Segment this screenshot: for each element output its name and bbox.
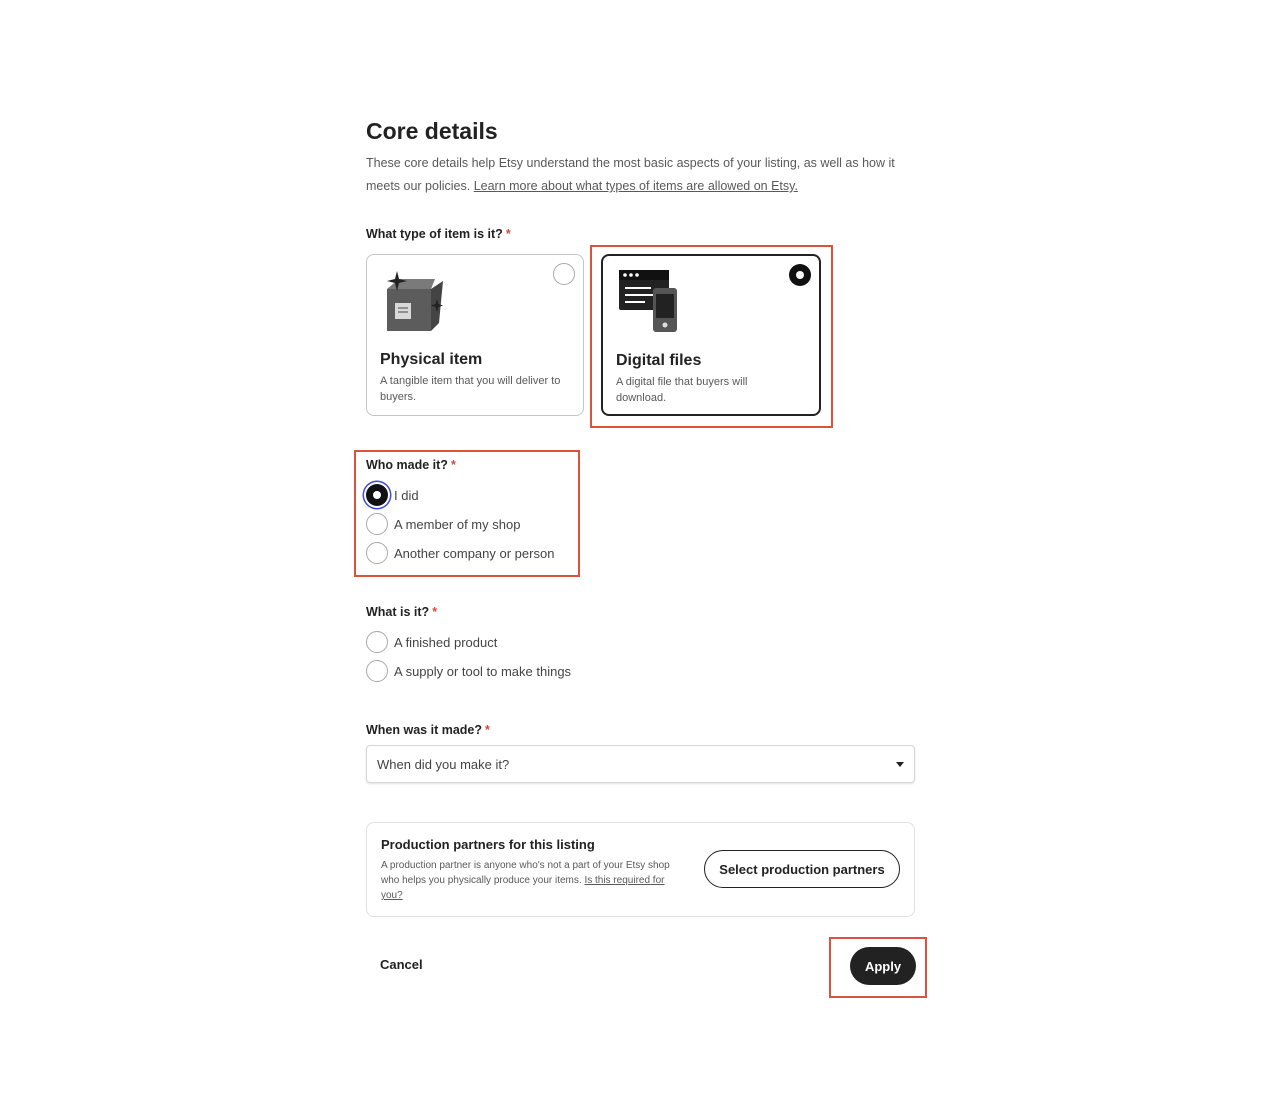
what-is-it-radio[interactable] (366, 631, 388, 653)
cancel-button[interactable]: Cancel (380, 957, 423, 972)
when-made-select[interactable]: When did you make it? (366, 745, 915, 783)
physical-item-title: Physical item (380, 351, 483, 368)
page-description: These core details help Etsy understand … (366, 152, 922, 198)
apply-highlight (829, 937, 927, 998)
required-mark: * (432, 605, 438, 619)
radio-label: A finished product (394, 634, 498, 650)
required-mark: * (485, 723, 490, 737)
physical-item-radio[interactable] (553, 263, 575, 285)
who-made-highlight (354, 450, 580, 577)
chevron-down-icon (896, 761, 904, 767)
box-icon (379, 267, 449, 342)
production-partners-title: Production partners for this listing (381, 837, 595, 852)
physical-item-card[interactable]: Physical item A tangible item that you w… (366, 254, 584, 416)
digital-files-highlight (590, 245, 833, 428)
learn-more-link[interactable]: Learn more about what types of items are… (474, 179, 798, 193)
select-value: When did you make it? (377, 756, 510, 772)
what-is-it-option-supply[interactable]: A supply or tool to make things (366, 659, 571, 683)
production-partners-box: Production partners for this listing A p… (366, 822, 915, 917)
what-is-it-label: What is it? * (366, 605, 438, 619)
production-partners-description: A production partner is anyone who's not… (381, 860, 670, 901)
radio-label: A supply or tool to make things (394, 663, 572, 679)
required-mark: * (505, 227, 511, 241)
page-title: Core details (366, 118, 498, 144)
select-production-partners-button[interactable]: Select production partners (704, 850, 900, 888)
item-type-label: What type of item is it? * (366, 227, 511, 241)
when-made-label: When was it made? * (366, 723, 490, 737)
physical-item-description: A tangible item that you will deliver to… (380, 375, 561, 403)
what-is-it-radio[interactable] (366, 660, 388, 682)
what-is-it-option-finished-product[interactable]: A finished product (366, 630, 497, 654)
